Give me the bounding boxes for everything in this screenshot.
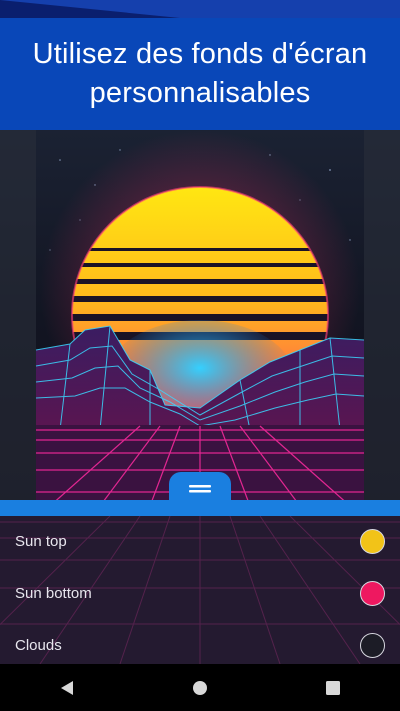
system-navigation-bar — [0, 664, 400, 711]
settings-row-sun-bottom[interactable]: Sun bottom — [0, 567, 400, 619]
wallpaper-preview — [0, 130, 400, 506]
color-settings-panel: Sun top Sun bottom Clouds — [0, 500, 400, 664]
settings-row-sun-top[interactable]: Sun top — [0, 515, 400, 567]
home-circle-icon — [192, 680, 207, 695]
sun-top-color-swatch[interactable] — [360, 528, 385, 554]
back-triangle-icon — [60, 680, 73, 695]
clouds-label: Clouds — [15, 636, 62, 654]
recents-button[interactable] — [303, 664, 363, 711]
panel-drag-handle[interactable] — [169, 472, 231, 506]
home-button[interactable] — [170, 664, 230, 711]
drag-handle-icon — [189, 485, 211, 493]
back-button[interactable] — [37, 664, 97, 711]
settings-row-clouds[interactable]: Clouds — [0, 619, 400, 664]
sun-bottom-label: Sun bottom — [15, 584, 92, 602]
recents-square-icon — [326, 680, 341, 695]
sun-top-label: Sun top — [15, 532, 67, 550]
sun-bottom-color-swatch[interactable] — [360, 580, 385, 606]
clouds-color-swatch[interactable] — [360, 632, 385, 658]
